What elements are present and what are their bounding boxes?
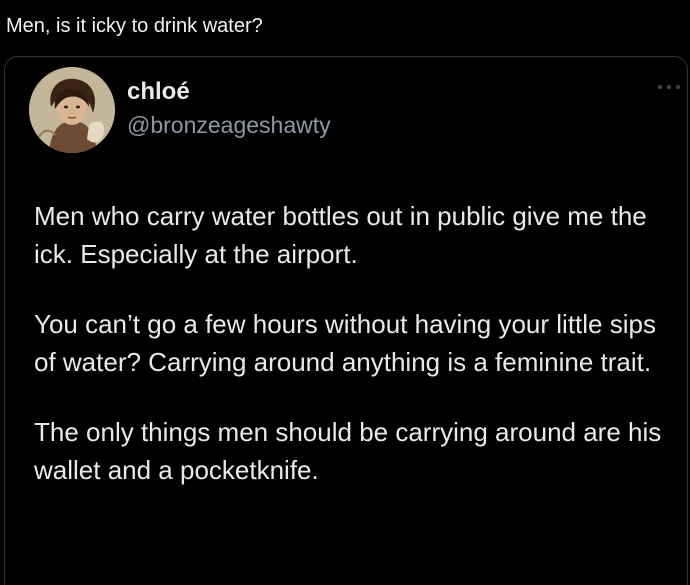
user-handle[interactable]: @bronzeageshawty (127, 111, 331, 139)
avatar[interactable] (29, 67, 115, 153)
tweet-paragraph: Men who carry water bottles out in publi… (34, 201, 647, 269)
tweet-text: Men who carry water bottles out in publi… (34, 197, 682, 521)
post-caption: Men, is it icky to drink water? (6, 15, 263, 37)
tweet-card[interactable]: chloé @bronzeageshawty Men who carry wat… (4, 56, 688, 585)
tweet-paragraph: You can’t go a few hours without having … (34, 309, 656, 377)
display-name[interactable]: chloé (127, 77, 190, 107)
more-horizontal-icon[interactable] (655, 79, 685, 95)
tweet-paragraph: The only things men should be carrying a… (34, 417, 662, 485)
avatar-portrait-image (29, 67, 115, 153)
